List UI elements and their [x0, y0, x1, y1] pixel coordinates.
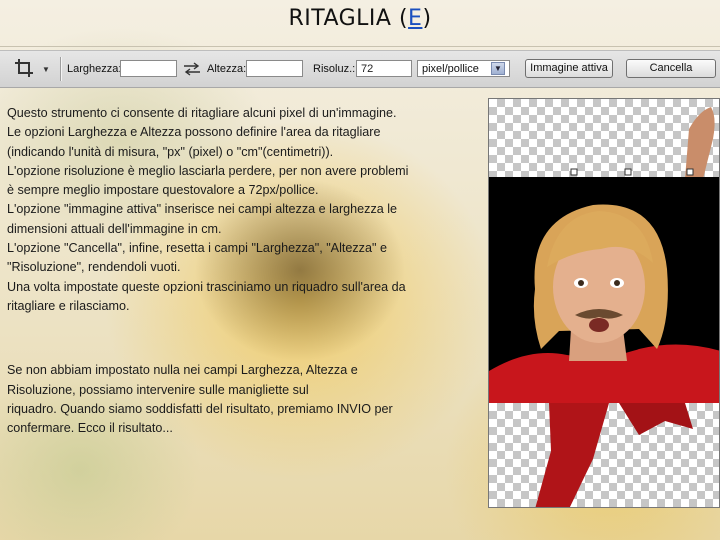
resolution-unit-select[interactable]: pixel/pollice ▼	[417, 60, 510, 77]
text-line: è sempre meglio impostare questovalore a…	[7, 183, 319, 198]
height-label: Altezza:	[207, 63, 247, 75]
clear-button[interactable]: Cancella	[626, 59, 716, 78]
title-divider	[0, 46, 720, 47]
text-line: L'opzione "immagine attiva" inserisce ne…	[7, 202, 398, 217]
front-image-button[interactable]: Immagine attiva	[525, 59, 613, 78]
width-label: Larghezza:	[67, 63, 122, 75]
explanation-text: Questo strumento ci consente di ritaglia…	[7, 104, 482, 438]
text-line: "Risoluzione", rendendoli vuoti.	[7, 260, 181, 275]
text-line: Le opzioni Larghezza e Altezza possono d…	[7, 125, 381, 140]
text-line: L'opzione "Cancella", infine, resetta i …	[7, 241, 387, 256]
slide-title: RITAGLIA (E)	[0, 6, 720, 31]
tool-preset-picker[interactable]: ▼	[14, 57, 54, 81]
text-line: Risoluzione, possiamo intervenire sulle …	[7, 382, 309, 397]
text-line: Questo strumento ci consente di ritaglia…	[7, 106, 397, 120]
crop-icon	[14, 58, 34, 81]
text-line: dimensioni attuali dell'immagine in cm.	[7, 221, 222, 236]
resolution-field[interactable]	[356, 60, 412, 77]
title-link[interactable]: E	[408, 6, 422, 31]
text-line: Una volta impostate queste opzioni trasc…	[7, 279, 406, 294]
width-field[interactable]	[120, 60, 177, 77]
dropdown-arrow-icon: ▼	[491, 62, 505, 75]
swap-arrows-icon[interactable]	[182, 61, 202, 77]
text-line: (indicando l'unità di misura, "px" (pixe…	[7, 144, 334, 159]
text-line: riquadro. Quando siamo soddisfatti del r…	[7, 401, 393, 416]
text-line: confermare. Ecco il risultato...	[7, 421, 173, 436]
crop-options-toolbar: ▼ Larghezza: Altezza: Risoluz.: pixel/po…	[0, 50, 720, 88]
height-field[interactable]	[246, 60, 303, 77]
title-prefix: RITAGLIA (	[288, 6, 409, 31]
explanation-paragraph-1: Questo strumento ci consente di ritaglia…	[7, 104, 482, 316]
title-suffix: )	[422, 6, 432, 31]
cropped-photo	[489, 107, 719, 507]
text-line: Se non abbiam impostato nulla nei campi …	[7, 363, 358, 378]
resolution-label: Risoluz.:	[313, 63, 356, 75]
resolution-unit-value: pixel/pollice	[422, 62, 479, 75]
text-line: ritagliare e rilasciamo.	[7, 298, 130, 313]
text-line: L'opzione risoluzione è meglio lasciarla…	[7, 163, 409, 178]
explanation-paragraph-2: Se non abbiam impostato nulla nei campi …	[7, 361, 482, 438]
cropped-image-preview	[488, 98, 720, 508]
toolbar-separator	[60, 57, 61, 81]
chevron-down-icon: ▼	[42, 64, 50, 74]
